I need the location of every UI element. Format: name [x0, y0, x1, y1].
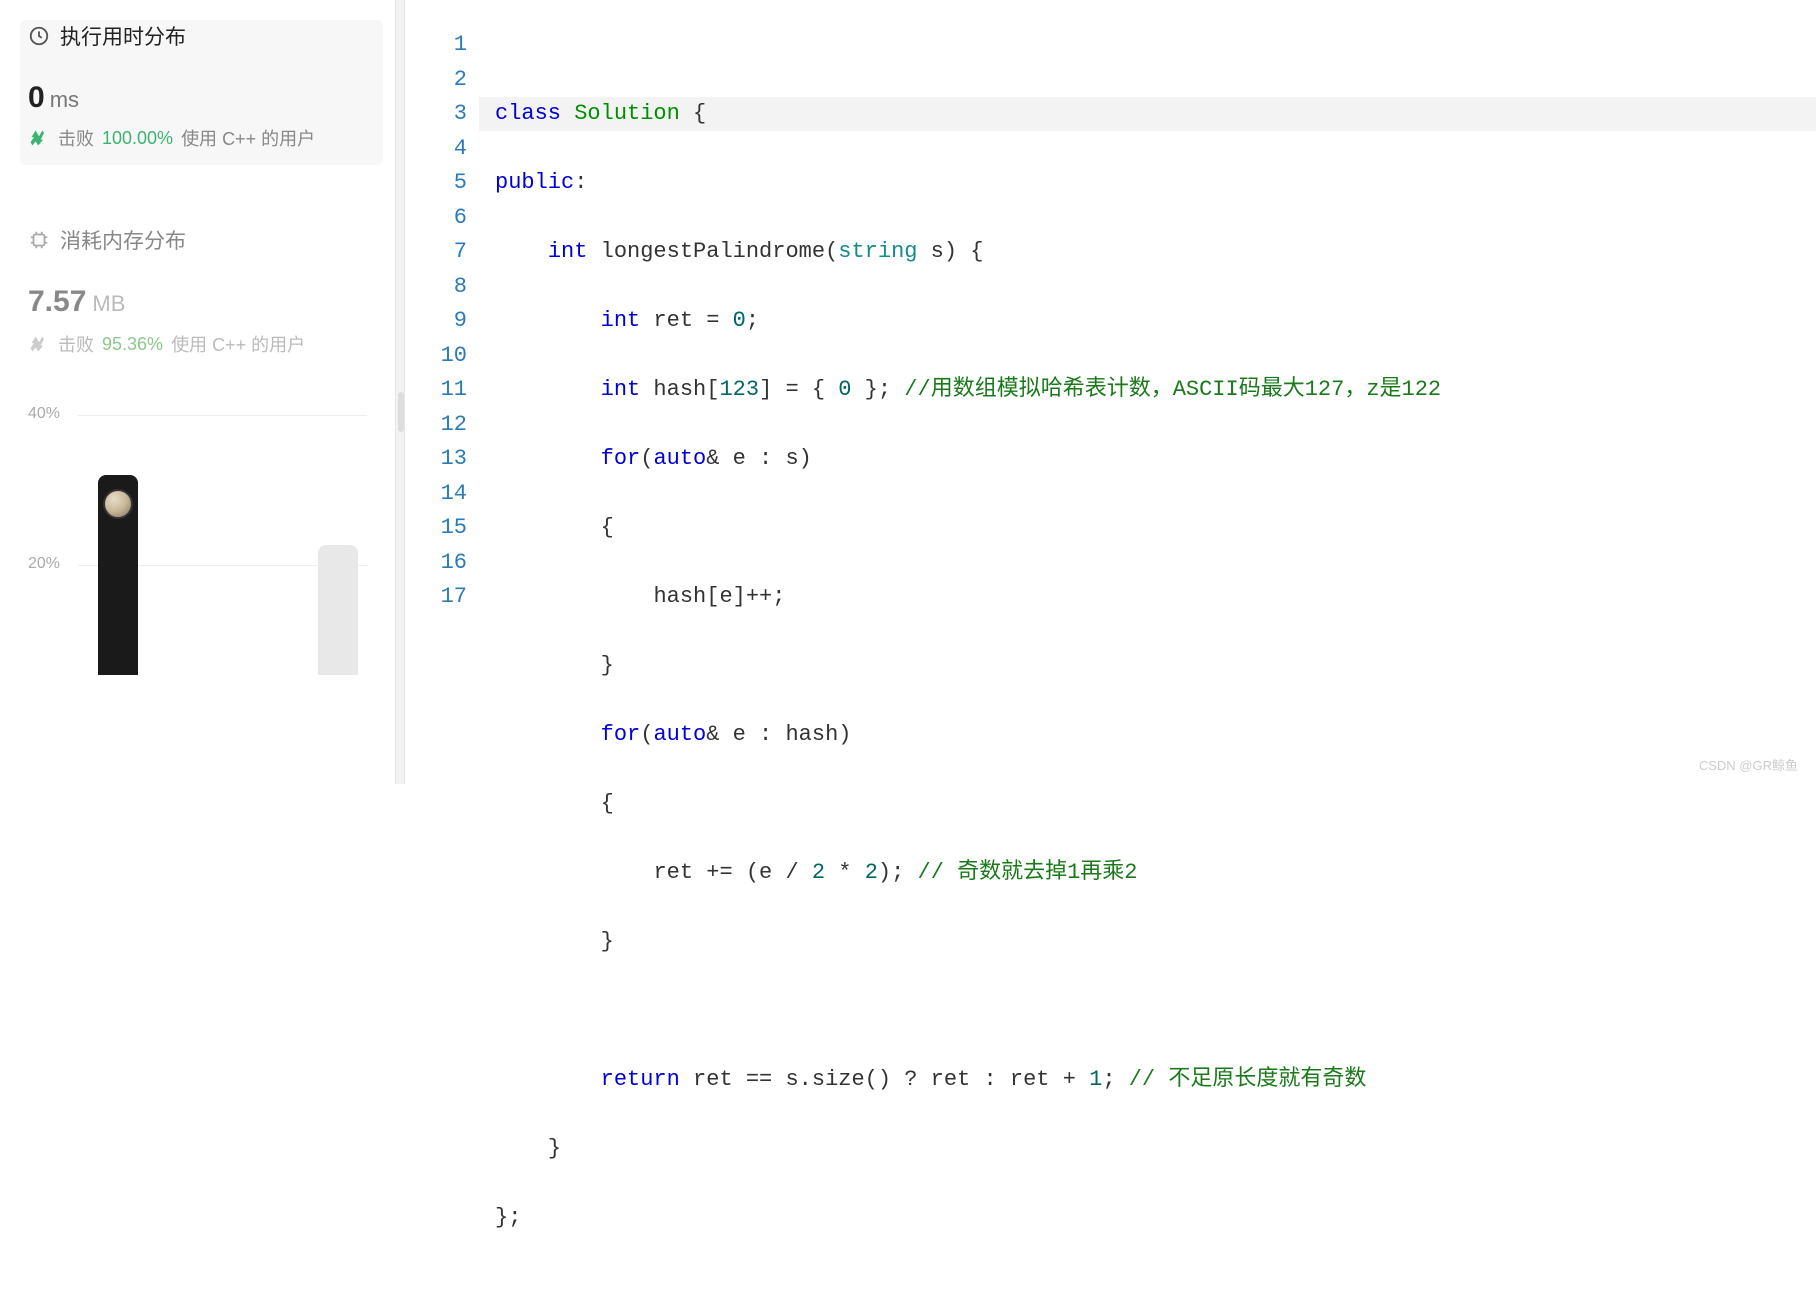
memory-value: 7.57 MB	[28, 285, 395, 319]
runtime-title-text: 执行用时分布	[60, 21, 186, 51]
y-axis-label: 20%	[28, 555, 60, 573]
code-line	[495, 994, 1816, 1029]
stats-sidebar: 执行用时分布 0 ms 击败 100.00% 使用 C++ 的用户 消耗内存分布…	[0, 0, 395, 784]
runtime-value: 0 ms	[28, 81, 375, 115]
vertical-splitter[interactable]	[395, 0, 405, 784]
clap-icon	[28, 127, 50, 149]
code-line: }	[495, 925, 1816, 960]
clap-icon	[28, 333, 50, 355]
memory-beat: 击败 95.36% 使用 C++ 的用户	[28, 331, 395, 357]
clock-icon	[28, 25, 50, 47]
runtime-beat: 击败 100.00% 使用 C++ 的用户	[28, 125, 375, 151]
avatar	[103, 489, 133, 519]
line-number: 1	[405, 28, 467, 63]
line-number: 11	[405, 373, 467, 408]
line-number: 16	[405, 546, 467, 581]
line-number: 15	[405, 511, 467, 546]
code-line: int longestPalindrome(string s) {	[495, 235, 1816, 270]
code-line: class Solution {	[495, 97, 1816, 132]
line-number: 12	[405, 408, 467, 443]
code-line: public:	[495, 166, 1816, 201]
gridline	[78, 415, 367, 416]
chip-icon	[28, 229, 50, 251]
line-number: 7	[405, 235, 467, 270]
code-line: }	[495, 649, 1816, 684]
memory-title-text: 消耗内存分布	[60, 225, 186, 255]
code-editor[interactable]: 1 2 3 4 5 6 7 8 9 10 11 12 13 14 15 16 1…	[405, 0, 1816, 784]
line-number: 13	[405, 442, 467, 477]
code-line: for(auto& e : s)	[495, 442, 1816, 477]
line-number: 14	[405, 477, 467, 512]
y-axis-label: 40%	[28, 405, 60, 423]
line-number: 5	[405, 166, 467, 201]
splitter-handle[interactable]	[398, 392, 404, 432]
memory-title: 消耗内存分布	[28, 225, 395, 255]
line-number: 3	[405, 97, 467, 132]
chart-bar-selected[interactable]	[98, 475, 138, 675]
code-line: return ret == s.size() ? ret : ret + 1; …	[495, 1063, 1816, 1098]
code-line: {	[495, 787, 1816, 822]
line-number: 9	[405, 304, 467, 339]
chart-bars	[98, 475, 358, 675]
code-line: {	[495, 511, 1816, 546]
code-line: ret += (e / 2 * 2); // 奇数就去掉1再乘2	[495, 856, 1816, 891]
code-line: int hash[123] = { 0 }; //用数组模拟哈希表计数，ASCI…	[495, 373, 1816, 408]
code-line: hash[e]++;	[495, 580, 1816, 615]
line-gutter: 1 2 3 4 5 6 7 8 9 10 11 12 13 14 15 16 1…	[405, 28, 495, 784]
line-number: 17	[405, 580, 467, 615]
watermark: CSDN @GR鲸鱼	[1699, 755, 1798, 774]
line-number: 6	[405, 201, 467, 236]
code-line: int ret = 0;	[495, 304, 1816, 339]
code-line: for(auto& e : hash)	[495, 718, 1816, 753]
line-number: 8	[405, 270, 467, 305]
runtime-chart[interactable]: 40% 20%	[28, 405, 395, 675]
code-line: };	[495, 1201, 1816, 1236]
chart-bar[interactable]	[318, 545, 358, 675]
code-content[interactable]: class Solution { public: int longestPali…	[495, 28, 1816, 784]
code-line: }	[495, 1132, 1816, 1167]
memory-block[interactable]: 消耗内存分布 7.57 MB 击败 95.36% 使用 C++ 的用户	[28, 225, 395, 357]
runtime-block[interactable]: 执行用时分布 0 ms 击败 100.00% 使用 C++ 的用户	[20, 20, 383, 165]
line-number: 4	[405, 132, 467, 167]
line-number: 2	[405, 63, 467, 98]
runtime-title: 执行用时分布	[28, 21, 375, 51]
line-number: 10	[405, 339, 467, 374]
